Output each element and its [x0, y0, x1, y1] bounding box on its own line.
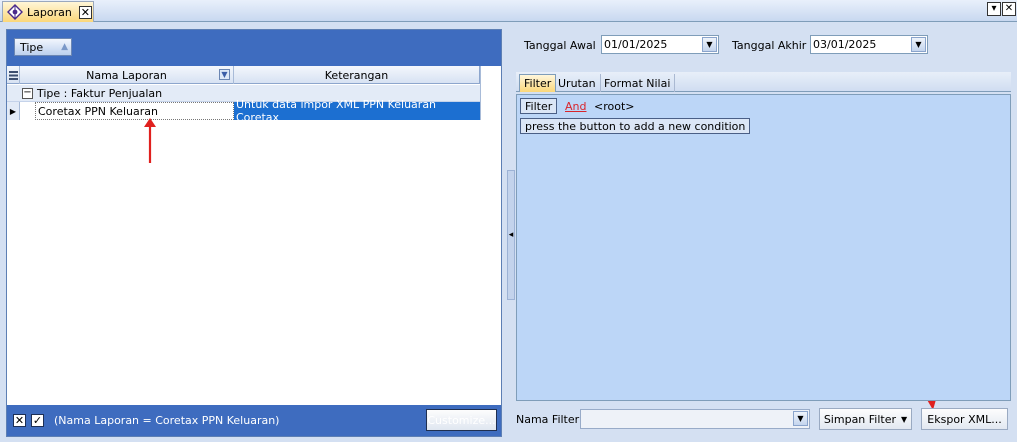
row-indicator-icon: ▶	[7, 102, 20, 120]
column-chooser-icon[interactable]	[7, 66, 20, 84]
tab-title: Laporan	[27, 5, 72, 19]
clear-filter-icon[interactable]: ✕	[13, 414, 26, 427]
group-by-area: Tipe ▲	[7, 30, 501, 66]
cell-keterangan[interactable]: Untuk data impor XML PPN Keluaran Coreta…	[234, 98, 480, 124]
group-chip-tipe[interactable]: Tipe ▲	[14, 38, 72, 56]
settings-tab-strip: Filter Urutan Format Nilai	[516, 72, 1011, 92]
collapse-group-icon[interactable]: −	[22, 88, 33, 99]
sort-ascending-icon: ▲	[61, 42, 68, 52]
window-menu-dropdown-icon[interactable]: ▾	[987, 2, 1001, 16]
dropdown-arrow-icon[interactable]: ▼	[911, 37, 926, 52]
grid-header: Nama Laporan ▼ Keterangan	[7, 66, 480, 84]
filter-expression-text[interactable]: (Nama Laporan = Coretax PPN Keluaran)	[54, 414, 279, 427]
nama-filter-label: Nama Filter	[516, 413, 580, 426]
tanggal-awal-date-picker[interactable]: 01/01/2025 ▼	[601, 35, 719, 54]
annotation-arrow-icon	[144, 118, 156, 163]
column-filter-icon[interactable]: ▼	[219, 69, 230, 80]
tab-laporan[interactable]: Laporan ✕	[2, 1, 94, 22]
tab-format-nilai[interactable]: Format Nilai	[600, 74, 676, 92]
group-operator-link[interactable]: And	[565, 100, 586, 113]
tanggal-akhir-date-picker[interactable]: 03/01/2025 ▼	[810, 35, 928, 54]
document-tab-strip: Laporan ✕ ▾ ✕	[0, 0, 1017, 22]
tanggal-awal-label: Tanggal Awal	[524, 39, 596, 52]
chevron-left-icon: ◂	[508, 230, 514, 240]
group-row-label: Tipe : Faktur Penjualan	[37, 87, 163, 100]
tab-filter[interactable]: Filter	[519, 74, 557, 92]
add-condition-hint[interactable]: press the button to add a new condition	[520, 118, 751, 134]
customize-button[interactable]: Customize...	[426, 409, 497, 431]
tanggal-akhir-label: Tanggal Akhir	[732, 39, 807, 52]
tab-urutan[interactable]: Urutan	[554, 74, 601, 92]
tab-close-icon[interactable]: ✕	[78, 5, 92, 19]
tanggal-akhir-value: 03/01/2025	[813, 38, 877, 51]
ekspor-xml-button[interactable]: Ekspor XML...	[921, 408, 1008, 430]
group-chip-label: Tipe	[20, 40, 44, 54]
column-header-keterangan[interactable]: Keterangan	[234, 66, 480, 84]
panel-splitter[interactable]: ◂	[507, 170, 515, 300]
filter-status-bar: ✕ ✓ (Nama Laporan = Coretax PPN Keluaran…	[7, 405, 501, 436]
grid-right-border	[480, 66, 481, 120]
chevron-down-icon: ▼	[901, 414, 908, 424]
table-row[interactable]: ▶ Coretax PPN Keluaran Untuk data impor …	[7, 98, 480, 124]
dropdown-arrow-icon[interactable]: ▼	[702, 37, 717, 52]
filter-root-button[interactable]: Filter	[520, 98, 558, 114]
report-diamond-icon	[7, 4, 23, 20]
filter-editor[interactable]: Filter And <root> press the button to ad…	[516, 94, 1011, 401]
report-grid-panel: Tipe ▲ Nama Laporan ▼ Keterangan − Tipe …	[6, 29, 502, 437]
column-header-nama-laporan[interactable]: Nama Laporan	[20, 66, 234, 84]
cell-nama-laporan[interactable]: Coretax PPN Keluaran	[35, 102, 234, 120]
nama-filter-combo[interactable]: ▼	[580, 409, 810, 429]
simpan-filter-button[interactable]: Simpan Filter ▼	[819, 408, 912, 430]
root-node-label: <root>	[594, 100, 635, 113]
window-close-icon[interactable]: ✕	[1002, 2, 1016, 16]
dropdown-arrow-icon[interactable]: ▼	[793, 411, 808, 426]
tanggal-awal-value: 01/01/2025	[604, 38, 668, 51]
enable-filter-checkbox[interactable]: ✓	[31, 414, 44, 427]
simpan-filter-label: Simpan Filter	[823, 412, 897, 426]
